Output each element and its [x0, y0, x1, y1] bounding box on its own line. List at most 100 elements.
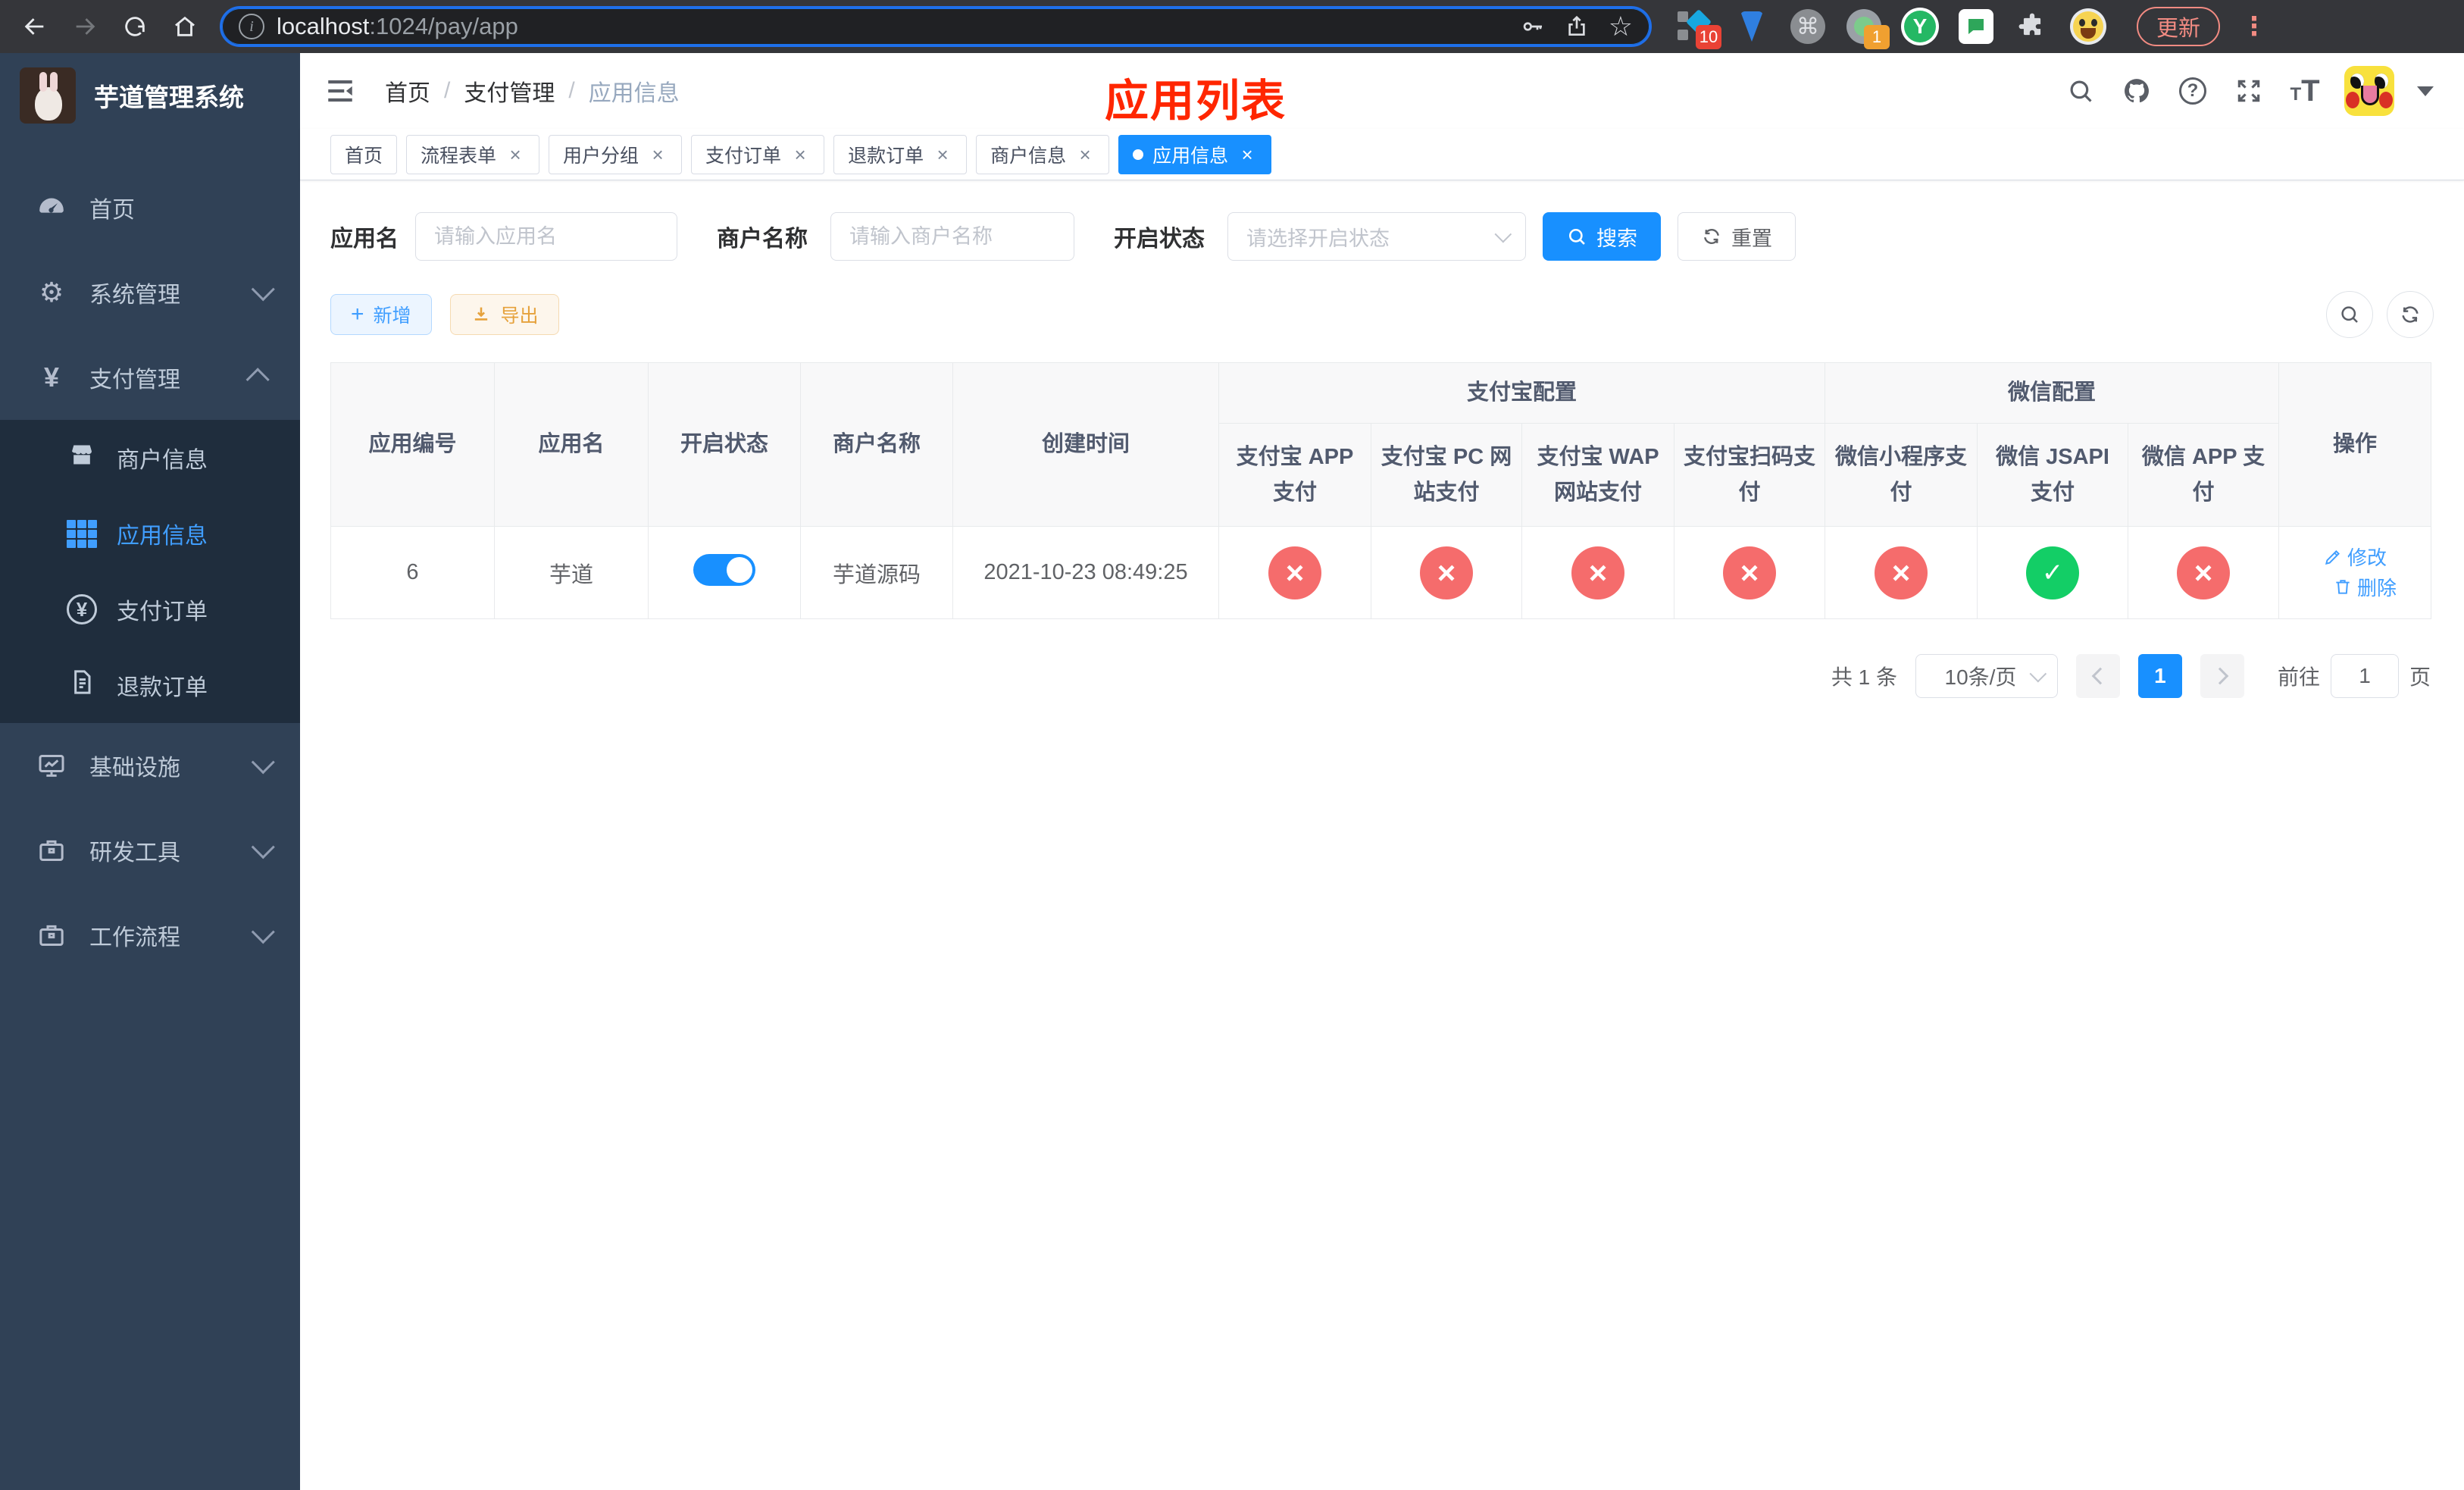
- page-number-button[interactable]: 1: [2137, 654, 2182, 698]
- kite-extension-icon[interactable]: [1732, 7, 1771, 46]
- site-info-icon[interactable]: i: [239, 14, 264, 39]
- pin-square-icon: [1678, 30, 1688, 40]
- browser-reload-button[interactable]: [114, 5, 156, 48]
- bookmark-star-icon[interactable]: ☆: [1609, 13, 1633, 40]
- chevron-down-icon: [251, 920, 275, 944]
- command-extension-icon[interactable]: ⌘: [1788, 7, 1828, 46]
- grid-icon: [67, 519, 97, 548]
- extensions-menu-button[interactable]: [2012, 7, 2052, 46]
- font-size-button[interactable]: [2288, 74, 2322, 108]
- emoji-eye: [2079, 19, 2085, 27]
- close-icon[interactable]: ×: [1237, 145, 1257, 164]
- browser-forward-button[interactable]: [64, 5, 106, 48]
- reset-button[interactable]: 重置: [1678, 212, 1796, 261]
- sidebar-item-workflow[interactable]: 工作流程: [0, 893, 300, 978]
- payment-submenu: 商户信息 应用信息 ¥ 支付订单 退款订单: [0, 420, 300, 723]
- app-name-input[interactable]: [415, 212, 677, 261]
- tab-pay-order[interactable]: 支付订单 ×: [691, 134, 825, 174]
- user-avatar[interactable]: [2344, 66, 2394, 116]
- chat-extension-icon[interactable]: [1956, 7, 1996, 46]
- emoji-extension-icon[interactable]: [2068, 7, 2108, 46]
- delete-link[interactable]: 删除: [2333, 573, 2397, 601]
- tab-app-info[interactable]: 应用信息 ×: [1118, 134, 1272, 174]
- y-extension-icon[interactable]: Y: [1900, 7, 1940, 46]
- forward-arrow-icon: [76, 18, 95, 35]
- sidebar-item-merchant-info[interactable]: 商户信息: [0, 420, 300, 496]
- sidebar-item-home[interactable]: 首页: [0, 165, 300, 250]
- sidebar-item-system[interactable]: ⚙ 系统管理: [0, 250, 300, 335]
- sidebar-item-dev-tools[interactable]: 研发工具: [0, 808, 300, 893]
- monitor-chart-icon: [35, 749, 68, 782]
- col-header-merchant: 商户名称: [800, 362, 953, 527]
- avatar-dropdown-caret-icon[interactable]: [2417, 86, 2434, 96]
- refresh-table-button[interactable]: [2387, 291, 2434, 338]
- share-icon[interactable]: [1565, 14, 1589, 39]
- close-icon[interactable]: ×: [505, 145, 525, 164]
- sidebar-collapse-button[interactable]: [323, 74, 358, 108]
- close-icon[interactable]: ×: [1075, 145, 1095, 164]
- rabbit-logo-image: [20, 67, 76, 124]
- pagination-total: 共 1 条: [1831, 665, 1897, 689]
- group-header-alipay: 支付宝配置: [1218, 362, 1826, 424]
- close-icon[interactable]: ×: [648, 145, 668, 164]
- browser-chrome: i localhost:1024/pay/app ☆ 10 ⌘ 1 Y 更新 ⋮: [0, 0, 2464, 53]
- password-key-icon[interactable]: [1521, 14, 1545, 39]
- tags-view-bar: 首页 流程表单 × 用户分组 × 支付订单 × 退款订单 × 商户信息 × 应用信息 ×: [300, 129, 2464, 180]
- tab-merchant-info[interactable]: 商户信息 ×: [976, 134, 1110, 174]
- export-button[interactable]: 导出: [449, 294, 559, 335]
- tab-home[interactable]: 首页: [330, 134, 398, 174]
- sidebar-item-payment[interactable]: ¥ 支付管理: [0, 335, 300, 420]
- sidebar-item-app-info[interactable]: 应用信息: [0, 496, 300, 571]
- chevron-down-icon: [2029, 665, 2047, 683]
- recorder-extension-icon[interactable]: 1: [1844, 7, 1890, 49]
- add-button[interactable]: 新增: [330, 294, 432, 335]
- search-button[interactable]: 搜索: [1543, 212, 1661, 261]
- close-icon[interactable]: ×: [790, 145, 810, 164]
- help-button[interactable]: ?: [2176, 74, 2209, 108]
- tab-refund-order[interactable]: 退款订单 ×: [833, 134, 968, 174]
- col-header-alipay-pc: 支付宝 PC 网站支付: [1371, 423, 1522, 527]
- kite-icon: [1740, 11, 1763, 42]
- sidebar-item-infrastructure[interactable]: 基础设施: [0, 723, 300, 808]
- cell-app-id: 6: [330, 526, 495, 619]
- github-button[interactable]: [2120, 74, 2153, 108]
- browser-home-button[interactable]: [164, 5, 206, 48]
- extension-badge: 10: [1696, 25, 1721, 49]
- merchant-name-input[interactable]: [830, 212, 1074, 261]
- browser-menu-dots-icon[interactable]: ⋮: [2241, 11, 2267, 42]
- header-search-button[interactable]: [2064, 74, 2097, 108]
- breadcrumb-payment[interactable]: 支付管理: [464, 74, 555, 108]
- sidebar-item-refund-order[interactable]: 退款订单: [0, 647, 300, 723]
- browser-back-button[interactable]: [14, 5, 56, 48]
- sidebar-logo[interactable]: 芋道管理系统: [0, 53, 300, 138]
- next-page-button[interactable]: [2200, 654, 2244, 698]
- edit-link[interactable]: 修改: [2323, 543, 2387, 571]
- sidebar-item-pay-order[interactable]: ¥ 支付订单: [0, 571, 300, 647]
- sidebar-item-label: 工作流程: [89, 925, 180, 950]
- enabled-toggle[interactable]: [693, 553, 755, 586]
- tab-process-form[interactable]: 流程表单 ×: [406, 134, 540, 174]
- pinned-extension-icon[interactable]: 10: [1676, 7, 1721, 49]
- goto-page-input[interactable]: [2330, 654, 2399, 698]
- hide-search-button[interactable]: [2326, 291, 2373, 338]
- breadcrumb-separator: /: [444, 78, 451, 103]
- tab-user-group[interactable]: 用户分组 ×: [549, 134, 683, 174]
- yen-circle-icon: ¥: [67, 594, 97, 624]
- briefcase-icon: [35, 919, 68, 952]
- close-icon[interactable]: ×: [933, 145, 952, 164]
- active-dot-icon: [1133, 149, 1144, 160]
- fullscreen-button[interactable]: [2232, 74, 2265, 108]
- page-size-select[interactable]: 10条/页: [1915, 654, 2058, 698]
- chevron-right-icon: [2211, 667, 2229, 685]
- extensions-area: 10 ⌘ 1 Y 更新 ⋮: [1676, 7, 2267, 49]
- navbar-actions: ?: [2064, 66, 2434, 116]
- breadcrumb-home[interactable]: 首页: [385, 74, 430, 108]
- col-header-actions: 操作: [2278, 362, 2432, 527]
- avatar-mouth: [2361, 86, 2379, 105]
- browser-update-button[interactable]: 更新: [2137, 7, 2221, 46]
- prev-page-button[interactable]: [2075, 654, 2120, 698]
- status-select[interactable]: 请选择开启状态: [1227, 212, 1526, 261]
- url-bar[interactable]: i localhost:1024/pay/app ☆: [220, 6, 1652, 47]
- y-letter-icon: Y: [1904, 11, 1936, 42]
- back-arrow-icon: [24, 18, 44, 35]
